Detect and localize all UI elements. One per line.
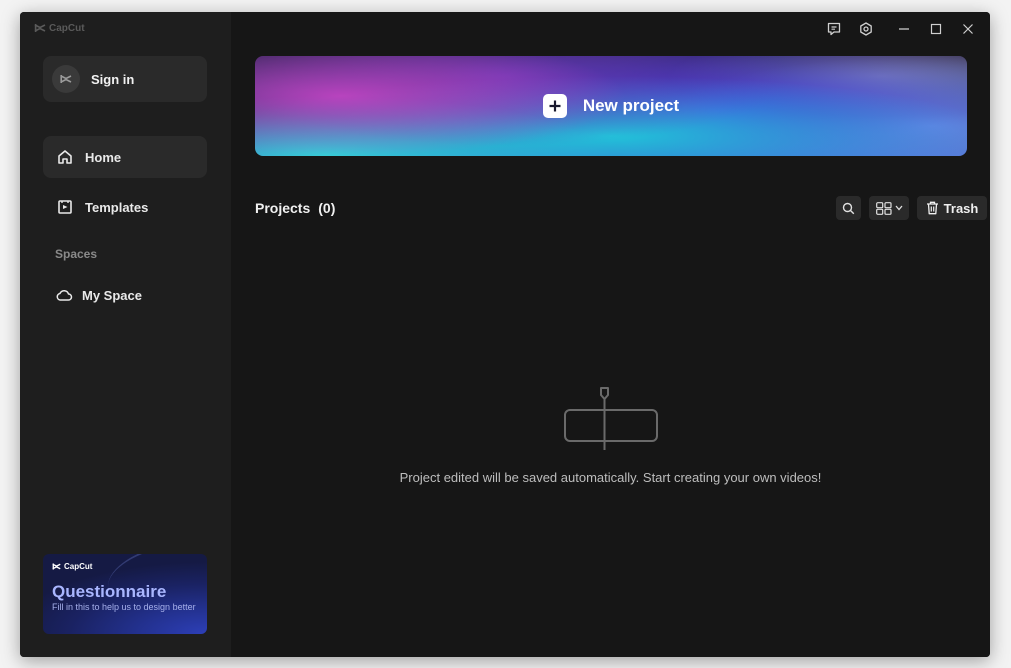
chevron-down-icon	[895, 205, 902, 211]
search-button[interactable]	[836, 196, 861, 220]
minimize-icon	[899, 28, 909, 30]
minimize-button[interactable]	[888, 18, 920, 40]
view-mode-dropdown[interactable]	[869, 196, 909, 220]
feedback-icon	[827, 22, 841, 36]
close-icon	[963, 24, 973, 34]
sidebar: CapCut Sign in Home Templates Spaces My …	[20, 12, 231, 657]
home-icon	[58, 150, 72, 164]
settings-button[interactable]	[850, 18, 882, 40]
trash-icon	[926, 201, 938, 215]
projects-heading: Projects (0)	[255, 200, 335, 216]
main-content: New project Projects (0) Trash Project e…	[231, 12, 990, 657]
settings-icon	[860, 22, 872, 36]
questionnaire-brand: CapCut	[52, 562, 92, 571]
projects-label: Projects	[255, 200, 311, 216]
new-project-label: New project	[582, 96, 680, 115]
capcut-logo-icon	[60, 75, 72, 83]
new-project-content: New project	[255, 56, 967, 156]
app-brand: CapCut	[34, 22, 85, 34]
app-brand-label: CapCut	[49, 22, 85, 34]
avatar	[52, 65, 80, 93]
questionnaire-title: Questionnaire	[52, 582, 167, 601]
questionnaire-banner[interactable]: CapCut Questionnaire Fill in this to hel…	[43, 554, 207, 634]
capcut-logo-icon	[52, 563, 61, 570]
questionnaire-brand-label: CapCut	[64, 562, 93, 571]
capcut-logo-icon	[34, 24, 46, 32]
app-window: CapCut Sign in Home Templates Spaces My …	[20, 12, 990, 657]
plus-icon	[542, 94, 567, 118]
title-bar-controls	[818, 18, 984, 40]
close-button[interactable]	[952, 18, 984, 40]
sign-in-label: Sign in	[91, 71, 135, 87]
empty-state-message: Project edited will be saved automatical…	[399, 470, 822, 485]
trash-label: Trash	[943, 200, 979, 216]
questionnaire-subtitle: Fill in this to help us to design better	[52, 602, 196, 612]
feedback-button[interactable]	[818, 18, 850, 40]
sidebar-item-home[interactable]: Home	[43, 136, 207, 178]
templates-icon	[58, 200, 72, 214]
new-project-button[interactable]: New project	[255, 56, 967, 156]
sidebar-item-my-space[interactable]: My Space	[43, 274, 207, 316]
sidebar-item-templates[interactable]: Templates	[43, 186, 207, 228]
sidebar-item-label: Home	[85, 149, 122, 165]
projects-count: (0)	[318, 200, 336, 216]
trash-button[interactable]: Trash	[917, 196, 987, 220]
sign-in-button[interactable]: Sign in	[43, 56, 207, 102]
maximize-icon	[930, 23, 942, 35]
maximize-button[interactable]	[920, 18, 952, 40]
empty-timeline-icon	[564, 387, 658, 450]
sidebar-item-label: Templates	[85, 199, 149, 215]
spaces-heading: Spaces	[55, 247, 98, 261]
cloud-icon	[56, 289, 73, 301]
search-icon	[842, 202, 855, 214]
sidebar-item-label: My Space	[82, 287, 142, 303]
grid-view-icon	[875, 201, 892, 215]
